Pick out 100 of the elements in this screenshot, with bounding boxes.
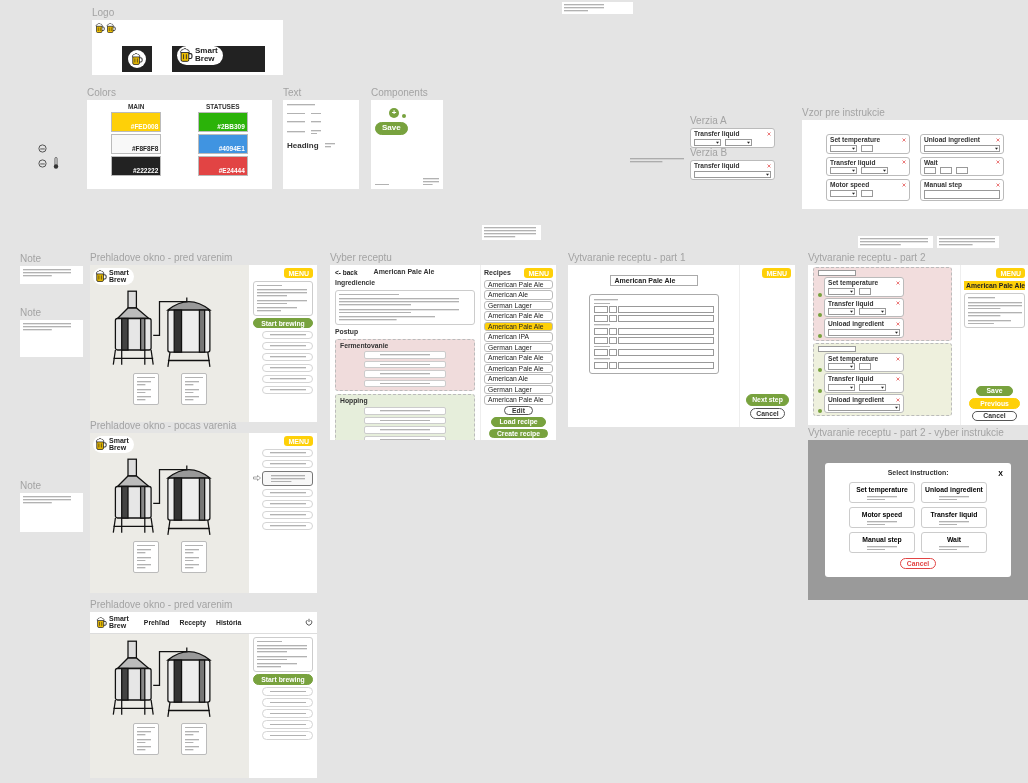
frame-title: Vytvaranie receptu - part 2 - vyber instrukcie	[808, 427, 1004, 438]
section-name-field[interactable]	[818, 345, 856, 352]
add-button[interactable]	[818, 292, 822, 297]
text-lines-drawing	[269, 492, 306, 494]
close-icon[interactable]	[996, 137, 1000, 142]
text-lines-drawing	[269, 503, 306, 505]
select-field[interactable]	[694, 138, 721, 146]
close-icon[interactable]	[996, 182, 1000, 187]
select-field[interactable]	[861, 167, 888, 175]
caret-icon	[994, 146, 998, 150]
close-icon[interactable]	[902, 182, 906, 187]
close-icon[interactable]	[767, 131, 771, 136]
small-add-dot	[402, 114, 406, 118]
select-field[interactable]	[830, 189, 857, 197]
text-lines-drawing	[939, 495, 969, 501]
close-icon[interactable]	[896, 301, 900, 306]
text-lines-drawing	[939, 520, 969, 526]
select-field[interactable]	[828, 383, 855, 391]
quantity-field[interactable]	[593, 315, 608, 322]
input-field[interactable]	[956, 167, 968, 175]
select-field[interactable]	[828, 328, 900, 336]
power-icon[interactable]	[305, 618, 313, 627]
select-field[interactable]	[830, 144, 857, 152]
quantity-field[interactable]	[593, 361, 608, 369]
text-lines-drawing	[257, 645, 307, 653]
text-lines-drawing	[380, 383, 430, 385]
frame-title: Components	[371, 87, 428, 98]
caret-icon	[851, 169, 855, 173]
input-field[interactable]	[861, 144, 873, 152]
close-icon[interactable]	[896, 321, 900, 326]
quantity-field[interactable]	[593, 327, 608, 335]
text-lines-drawing	[311, 129, 321, 134]
input-field[interactable]	[859, 363, 871, 371]
close-icon[interactable]	[896, 377, 900, 382]
frame-title: Note	[20, 253, 42, 264]
text-lines-drawing	[136, 376, 155, 379]
quantity-field[interactable]	[593, 349, 608, 356]
close-icon[interactable]	[902, 160, 906, 165]
close-icon[interactable]	[896, 397, 900, 402]
select-field[interactable]	[924, 144, 1000, 152]
text-lines-drawing	[630, 158, 684, 163]
text-lines-drawing	[939, 545, 969, 551]
close-icon[interactable]	[896, 356, 900, 361]
close-icon[interactable]	[996, 160, 1000, 165]
ingredient-field[interactable]	[617, 315, 714, 322]
text-lines-drawing	[184, 376, 203, 379]
brand-name: Smart Brew	[195, 47, 218, 64]
caret-icon	[849, 310, 853, 314]
message-field[interactable]	[924, 189, 1000, 199]
select-field[interactable]	[828, 404, 900, 412]
caret-icon	[894, 406, 898, 410]
add-button[interactable]	[818, 333, 822, 338]
close-icon[interactable]	[896, 280, 900, 285]
input-field[interactable]	[940, 167, 952, 175]
close-icon[interactable]	[902, 137, 906, 142]
select-field[interactable]	[694, 170, 771, 178]
text-lines-drawing	[287, 112, 305, 114]
quantity-field[interactable]	[593, 306, 608, 313]
ingredient-field[interactable]	[617, 349, 714, 356]
text-lines-drawing	[269, 334, 306, 336]
frame-title: Prehladove okno - pocas varenia	[90, 420, 237, 431]
caret-icon	[880, 385, 884, 389]
select-field[interactable]	[828, 308, 855, 316]
select-field[interactable]	[830, 167, 857, 175]
text-lines-drawing	[257, 289, 307, 297]
quantity-field[interactable]	[593, 336, 608, 344]
add-button[interactable]	[818, 388, 822, 393]
frame-title: Vyber receptu	[330, 252, 392, 263]
frame-title: Vytvaranie receptu - part 2	[808, 252, 926, 263]
ingredient-field[interactable]	[617, 306, 714, 313]
text-lines-drawing	[136, 396, 151, 401]
add-button[interactable]	[818, 313, 822, 318]
add-button[interactable]	[818, 368, 822, 373]
ingredient-field[interactable]	[617, 336, 714, 344]
select-field[interactable]	[725, 138, 752, 146]
input-field[interactable]	[859, 287, 871, 295]
select-field[interactable]	[859, 383, 886, 391]
text-lines-drawing	[257, 640, 282, 643]
select-field[interactable]	[828, 287, 855, 295]
input-field[interactable]	[861, 189, 873, 197]
frame-title: Note	[20, 307, 42, 318]
frame-title: Logo	[92, 7, 115, 18]
select-field[interactable]	[859, 308, 886, 316]
add-button[interactable]	[818, 409, 822, 414]
ingredient-field[interactable]	[617, 327, 714, 335]
text-lines-drawing	[867, 520, 897, 526]
text-lines-drawing	[968, 297, 995, 299]
text-lines-drawing	[136, 388, 151, 394]
section-name-field[interactable]	[818, 270, 856, 276]
input-field[interactable]	[924, 167, 936, 175]
text-lines-drawing	[269, 723, 306, 726]
ingredient-field[interactable]	[617, 361, 714, 369]
text-lines-drawing	[287, 104, 315, 106]
text-lines-drawing	[324, 143, 335, 148]
select-field[interactable]	[828, 363, 855, 371]
text-lines-drawing	[269, 701, 306, 704]
close-icon[interactable]	[767, 163, 771, 168]
text-lines-drawing	[269, 389, 306, 391]
text-lines-drawing	[380, 354, 430, 356]
beer-mug-icon	[106, 23, 116, 33]
